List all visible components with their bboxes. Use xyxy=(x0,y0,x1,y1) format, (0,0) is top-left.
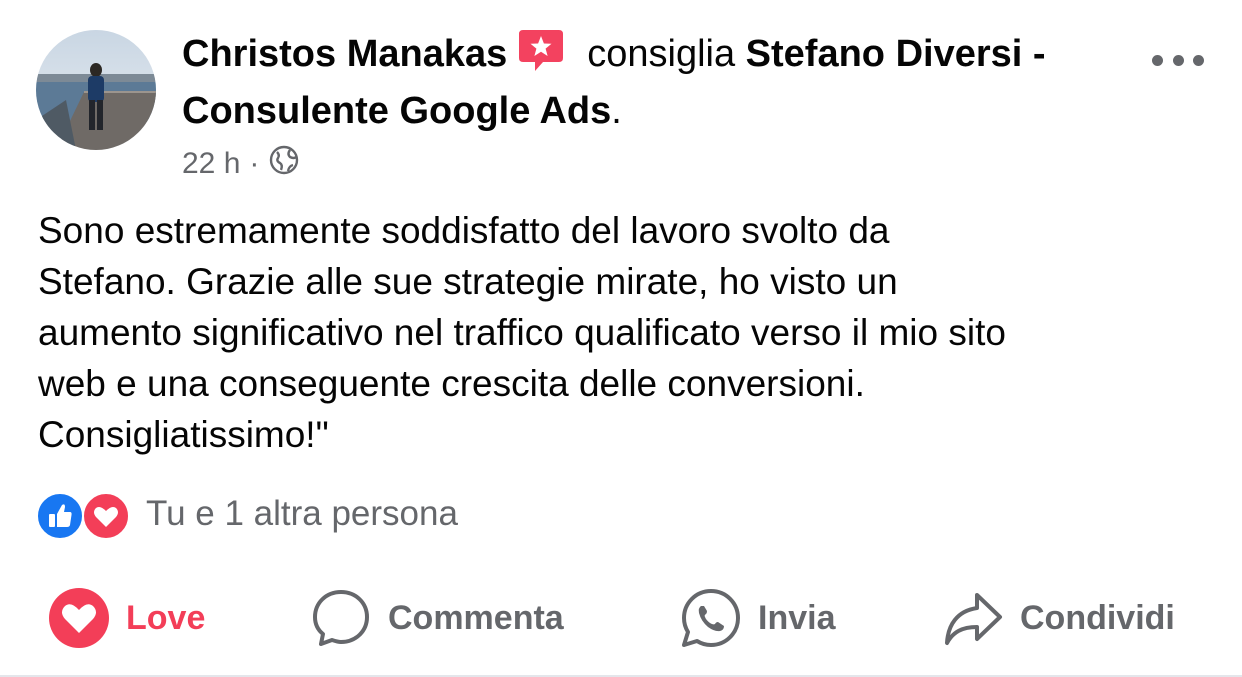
comment-icon xyxy=(313,590,369,646)
post-header: Christos Manakas consiglia Stefano Diver… xyxy=(182,26,1142,140)
avatar[interactable] xyxy=(36,30,156,150)
love-button[interactable]: Love xyxy=(48,578,205,658)
post-body-line: Sono estremamente soddisfatto del lavoro… xyxy=(38,210,890,251)
share-arrow-icon xyxy=(945,593,1002,645)
like-icon xyxy=(36,492,84,540)
author-name[interactable]: Christos Manakas xyxy=(182,33,507,75)
avatar-photo xyxy=(36,30,156,150)
whatsapp-icon xyxy=(682,589,740,647)
comment-label: Commenta xyxy=(388,598,564,637)
post-body-line: Stefano. Grazie alle sue strategie mirat… xyxy=(38,261,898,302)
send-label: Invia xyxy=(758,598,836,637)
post-body-line: Consigliatissimo!" xyxy=(38,414,329,455)
reactions-text: Tu e 1 altra persona xyxy=(146,494,458,533)
reaction-icons xyxy=(36,490,132,540)
love-label: Love xyxy=(126,598,206,637)
action-bar: Love Commenta Invia Condividi xyxy=(0,578,1242,658)
header-punct: . xyxy=(611,90,622,132)
more-options-icon[interactable] xyxy=(1152,48,1204,72)
post-body-line: aumento significativo nel traffico quali… xyxy=(38,312,1006,353)
star-speech-bubble-icon xyxy=(517,26,565,74)
love-reaction-icon xyxy=(49,588,109,648)
love-icon xyxy=(82,492,130,540)
post-time[interactable]: 22 h xyxy=(182,147,240,181)
post-meta: 22 h · xyxy=(182,144,300,184)
post-body: Sono estremamente soddisfatto del lavoro… xyxy=(38,205,1208,460)
meta-separator: · xyxy=(249,147,260,180)
share-button[interactable]: Condividi xyxy=(942,578,1175,658)
comment-button[interactable]: Commenta xyxy=(310,578,564,658)
globe-icon[interactable] xyxy=(268,144,300,184)
share-label: Condividi xyxy=(1020,598,1175,637)
recommend-verb: consiglia xyxy=(587,33,736,75)
post-body-line: web e una conseguente crescita delle con… xyxy=(38,363,865,404)
reactions-summary[interactable]: Tu e 1 altra persona xyxy=(36,490,458,540)
send-button[interactable]: Invia xyxy=(680,578,835,658)
